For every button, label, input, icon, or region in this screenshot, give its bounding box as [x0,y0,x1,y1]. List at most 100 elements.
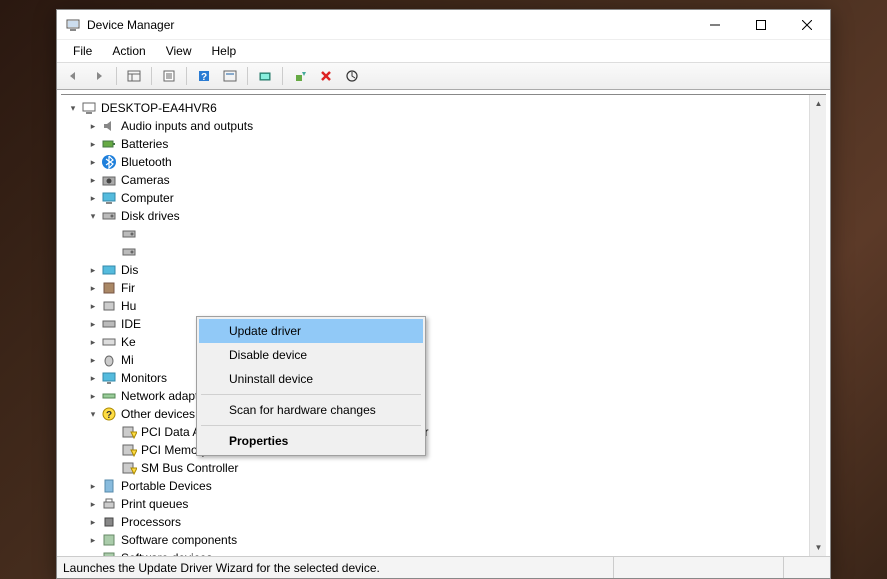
scan-hardware-button[interactable] [253,65,277,87]
chevron-right-icon[interactable]: ▸ [87,264,99,276]
tree-node-hid[interactable]: ▸ Hu [61,297,826,315]
chevron-down-icon[interactable]: ▾ [67,102,79,114]
tree-node-disk-child-2[interactable] [61,243,826,261]
chevron-right-icon[interactable]: ▸ [87,282,99,294]
svg-text:?: ? [106,410,112,421]
chevron-right-icon[interactable]: ▸ [87,390,99,402]
tree-node-other-child[interactable]: PCI Memory Controller [61,441,826,459]
tree-node-bluetooth[interactable]: ▸ Bluetooth [61,153,826,171]
tree-node-computer[interactable]: ▸ Computer [61,189,826,207]
ctx-uninstall-device[interactable]: Uninstall device [199,367,423,391]
chevron-right-icon[interactable]: ▸ [87,534,99,546]
show-hide-console-button[interactable] [122,65,146,87]
tree-label: Mi [121,351,134,369]
software-icon [101,550,117,556]
chevron-right-icon[interactable]: ▸ [87,480,99,492]
chevron-down-icon[interactable]: ▾ [87,408,99,420]
chevron-right-icon[interactable]: ▸ [87,192,99,204]
chevron-right-icon[interactable]: ▸ [87,138,99,150]
portable-icon [101,478,117,494]
tree-node-other-child[interactable]: PCI Data Acquisition and Signal Processi… [61,423,826,441]
tree-node-diskdrives[interactable]: ▾ Disk drives [61,207,826,225]
chevron-right-icon[interactable]: ▸ [87,336,99,348]
tree-node-network[interactable]: ▸ Network adapters [61,387,826,405]
tree-node-keyboards[interactable]: ▸ Ke [61,333,826,351]
separator [201,394,421,395]
chevron-right-icon[interactable]: ▸ [87,300,99,312]
menu-help[interactable]: Help [202,42,247,60]
context-menu: Update driver Disable device Uninstall d… [196,316,426,456]
tree-label: Software components [121,531,237,549]
menu-action[interactable]: Action [102,42,155,60]
tree-node-processors[interactable]: ▸ Processors [61,513,826,531]
status-text: Launches the Update Driver Wizard for th… [57,557,614,578]
tree-label: Disk drives [121,207,180,225]
uninstall-button[interactable] [314,65,338,87]
device-tree-panel: ▾ DESKTOP-EA4HVR6 ▸ Audio inputs and out… [61,94,826,556]
mouse-icon [101,352,117,368]
properties-button[interactable] [157,65,181,87]
chevron-right-icon[interactable]: ▸ [87,552,99,556]
menu-file[interactable]: File [63,42,102,60]
chevron-right-icon[interactable]: ▸ [87,156,99,168]
tree-root[interactable]: ▾ DESKTOP-EA4HVR6 [61,99,826,117]
device-tree: ▾ DESKTOP-EA4HVR6 ▸ Audio inputs and out… [61,95,826,556]
ctx-scan-hardware[interactable]: Scan for hardware changes [199,398,423,422]
chevron-right-icon[interactable]: ▸ [87,372,99,384]
window-title: Device Manager [87,18,692,32]
tree-label: Software devices [121,549,212,556]
ctx-properties[interactable]: Properties [199,429,423,453]
tree-node-monitors[interactable]: ▸ Monitors [61,369,826,387]
scroll-down-button[interactable]: ▼ [810,539,826,556]
tree-node-firmware[interactable]: ▸ Fir [61,279,826,297]
chevron-right-icon[interactable]: ▸ [87,354,99,366]
maximize-button[interactable] [738,10,784,40]
chevron-right-icon[interactable]: ▸ [87,498,99,510]
tree-node-ide[interactable]: ▸ IDE [61,315,826,333]
tree-label: Dis [121,261,138,279]
tree-label: Hu [121,297,136,315]
separator [201,425,421,426]
menu-view[interactable]: View [156,42,202,60]
speaker-icon [101,118,117,134]
chevron-right-icon[interactable]: ▸ [87,318,99,330]
warning-device-icon [121,442,137,458]
tree-label: IDE [121,315,141,333]
tree-node-audio[interactable]: ▸ Audio inputs and outputs [61,117,826,135]
action-button[interactable] [218,65,242,87]
hid-icon [101,298,117,314]
tree-label: Processors [121,513,181,531]
minimize-button[interactable] [692,10,738,40]
warning-device-icon [121,424,137,440]
chevron-right-icon[interactable]: ▸ [87,174,99,186]
tree-node-other-child[interactable]: SM Bus Controller [61,459,826,477]
ctx-disable-device[interactable]: Disable device [199,343,423,367]
close-button[interactable] [784,10,830,40]
tree-node-mice[interactable]: ▸ Mi [61,351,826,369]
tree-node-swdev[interactable]: ▸ Software devices [61,549,826,556]
tree-label: Portable Devices [121,477,212,495]
cpu-icon [101,514,117,530]
help-button[interactable]: ? [192,65,216,87]
disable-button[interactable] [340,65,364,87]
tree-node-other[interactable]: ▾ ? Other devices [61,405,826,423]
tree-node-display[interactable]: ▸ Dis [61,261,826,279]
camera-icon [101,172,117,188]
tree-node-batteries[interactable]: ▸ Batteries [61,135,826,153]
tree-node-portable[interactable]: ▸ Portable Devices [61,477,826,495]
ctx-update-driver[interactable]: Update driver [199,319,423,343]
tree-node-disk-child-1[interactable] [61,225,826,243]
chevron-right-icon[interactable]: ▸ [87,516,99,528]
computer-icon [81,100,97,116]
tree-node-swcomp[interactable]: ▸ Software components [61,531,826,549]
vertical-scrollbar[interactable]: ▲ ▼ [809,95,826,556]
tree-label: Computer [121,189,174,207]
forward-button[interactable] [87,65,111,87]
update-driver-button[interactable] [288,65,312,87]
chevron-right-icon[interactable]: ▸ [87,120,99,132]
tree-node-cameras[interactable]: ▸ Cameras [61,171,826,189]
scroll-up-button[interactable]: ▲ [810,95,826,112]
chevron-down-icon[interactable]: ▾ [87,210,99,222]
tree-node-printqueues[interactable]: ▸ Print queues [61,495,826,513]
back-button[interactable] [61,65,85,87]
